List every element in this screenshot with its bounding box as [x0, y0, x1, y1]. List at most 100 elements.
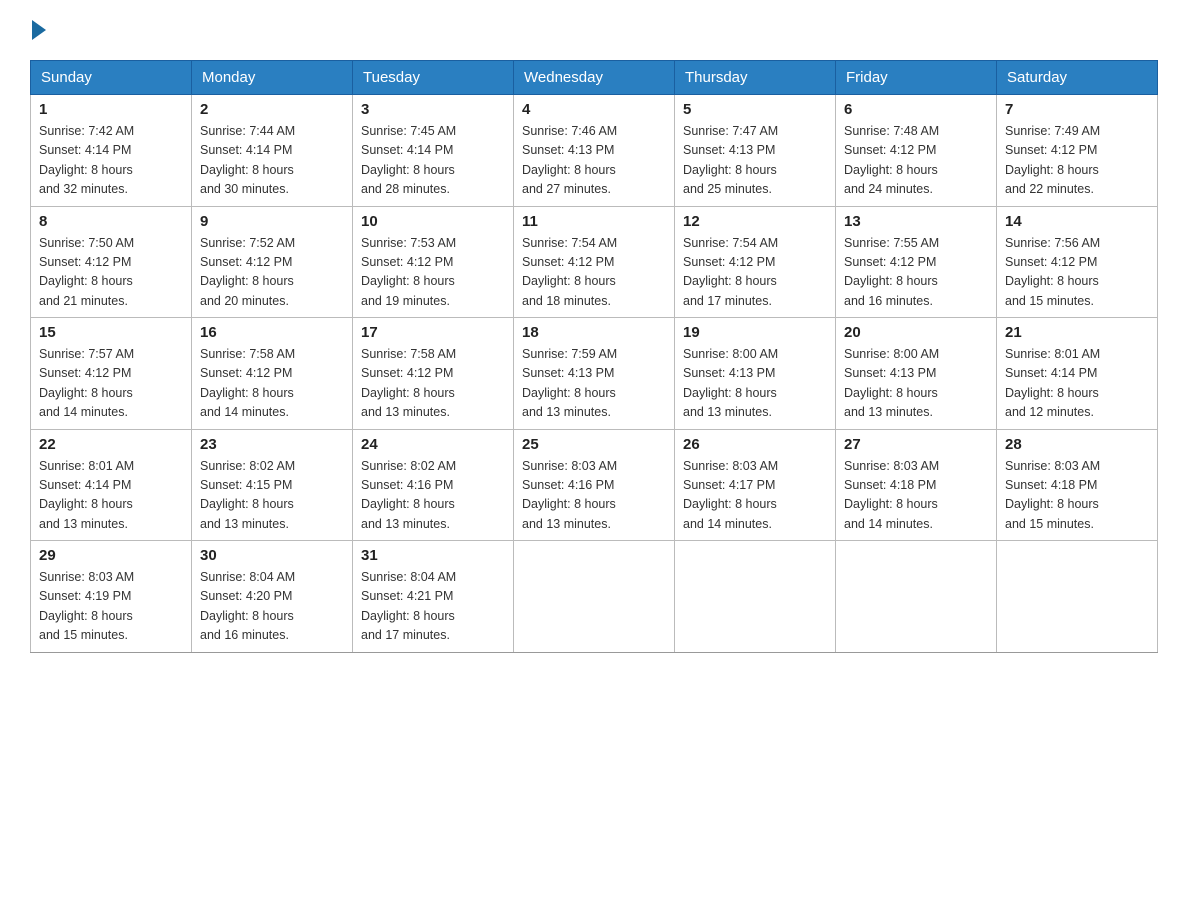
day-number: 13: [844, 213, 988, 230]
day-number: 27: [844, 436, 988, 453]
day-number: 17: [361, 324, 505, 341]
day-info: Sunrise: 8:02 AM Sunset: 4:16 PM Dayligh…: [361, 457, 505, 535]
day-info: Sunrise: 7:53 AM Sunset: 4:12 PM Dayligh…: [361, 234, 505, 312]
calendar-cell: 28 Sunrise: 8:03 AM Sunset: 4:18 PM Dayl…: [997, 429, 1158, 541]
calendar-cell: 6 Sunrise: 7:48 AM Sunset: 4:12 PM Dayli…: [836, 95, 997, 207]
day-number: 15: [39, 324, 183, 341]
day-number: 3: [361, 101, 505, 118]
calendar-cell: 13 Sunrise: 7:55 AM Sunset: 4:12 PM Dayl…: [836, 206, 997, 318]
calendar-cell: 8 Sunrise: 7:50 AM Sunset: 4:12 PM Dayli…: [31, 206, 192, 318]
day-info: Sunrise: 7:49 AM Sunset: 4:12 PM Dayligh…: [1005, 122, 1149, 200]
day-number: 6: [844, 101, 988, 118]
calendar-cell: 18 Sunrise: 7:59 AM Sunset: 4:13 PM Dayl…: [514, 318, 675, 430]
calendar-cell: 9 Sunrise: 7:52 AM Sunset: 4:12 PM Dayli…: [192, 206, 353, 318]
calendar-cell: 17 Sunrise: 7:58 AM Sunset: 4:12 PM Dayl…: [353, 318, 514, 430]
day-info: Sunrise: 8:01 AM Sunset: 4:14 PM Dayligh…: [39, 457, 183, 535]
day-info: Sunrise: 8:03 AM Sunset: 4:19 PM Dayligh…: [39, 568, 183, 646]
calendar-cell: 11 Sunrise: 7:54 AM Sunset: 4:12 PM Dayl…: [514, 206, 675, 318]
calendar-cell: [675, 541, 836, 653]
day-number: 20: [844, 324, 988, 341]
day-info: Sunrise: 7:55 AM Sunset: 4:12 PM Dayligh…: [844, 234, 988, 312]
logo: [30, 20, 48, 40]
calendar-cell: 4 Sunrise: 7:46 AM Sunset: 4:13 PM Dayli…: [514, 95, 675, 207]
day-number: 28: [1005, 436, 1149, 453]
day-info: Sunrise: 7:42 AM Sunset: 4:14 PM Dayligh…: [39, 122, 183, 200]
day-number: 5: [683, 101, 827, 118]
calendar-cell: 16 Sunrise: 7:58 AM Sunset: 4:12 PM Dayl…: [192, 318, 353, 430]
day-number: 22: [39, 436, 183, 453]
day-number: 10: [361, 213, 505, 230]
day-info: Sunrise: 8:03 AM Sunset: 4:18 PM Dayligh…: [844, 457, 988, 535]
calendar-cell: 1 Sunrise: 7:42 AM Sunset: 4:14 PM Dayli…: [31, 95, 192, 207]
day-number: 1: [39, 101, 183, 118]
day-info: Sunrise: 8:04 AM Sunset: 4:20 PM Dayligh…: [200, 568, 344, 646]
col-tuesday: Tuesday: [353, 61, 514, 95]
calendar-cell: 14 Sunrise: 7:56 AM Sunset: 4:12 PM Dayl…: [997, 206, 1158, 318]
day-number: 14: [1005, 213, 1149, 230]
day-info: Sunrise: 7:47 AM Sunset: 4:13 PM Dayligh…: [683, 122, 827, 200]
day-number: 21: [1005, 324, 1149, 341]
day-number: 12: [683, 213, 827, 230]
day-info: Sunrise: 7:58 AM Sunset: 4:12 PM Dayligh…: [200, 345, 344, 423]
day-info: Sunrise: 7:58 AM Sunset: 4:12 PM Dayligh…: [361, 345, 505, 423]
day-info: Sunrise: 8:03 AM Sunset: 4:16 PM Dayligh…: [522, 457, 666, 535]
calendar-cell: 21 Sunrise: 8:01 AM Sunset: 4:14 PM Dayl…: [997, 318, 1158, 430]
calendar-cell: [836, 541, 997, 653]
calendar-cell: 19 Sunrise: 8:00 AM Sunset: 4:13 PM Dayl…: [675, 318, 836, 430]
day-info: Sunrise: 8:00 AM Sunset: 4:13 PM Dayligh…: [683, 345, 827, 423]
col-wednesday: Wednesday: [514, 61, 675, 95]
calendar-cell: 27 Sunrise: 8:03 AM Sunset: 4:18 PM Dayl…: [836, 429, 997, 541]
day-info: Sunrise: 7:54 AM Sunset: 4:12 PM Dayligh…: [522, 234, 666, 312]
day-info: Sunrise: 7:44 AM Sunset: 4:14 PM Dayligh…: [200, 122, 344, 200]
day-info: Sunrise: 8:02 AM Sunset: 4:15 PM Dayligh…: [200, 457, 344, 535]
col-sunday: Sunday: [31, 61, 192, 95]
calendar-week-row: 15 Sunrise: 7:57 AM Sunset: 4:12 PM Dayl…: [31, 318, 1158, 430]
day-info: Sunrise: 7:45 AM Sunset: 4:14 PM Dayligh…: [361, 122, 505, 200]
calendar-cell: [514, 541, 675, 653]
calendar-cell: 12 Sunrise: 7:54 AM Sunset: 4:12 PM Dayl…: [675, 206, 836, 318]
day-info: Sunrise: 8:00 AM Sunset: 4:13 PM Dayligh…: [844, 345, 988, 423]
calendar-week-row: 22 Sunrise: 8:01 AM Sunset: 4:14 PM Dayl…: [31, 429, 1158, 541]
day-info: Sunrise: 8:03 AM Sunset: 4:17 PM Dayligh…: [683, 457, 827, 535]
day-number: 29: [39, 547, 183, 564]
header-row: Sunday Monday Tuesday Wednesday Thursday…: [31, 61, 1158, 95]
calendar-cell: 29 Sunrise: 8:03 AM Sunset: 4:19 PM Dayl…: [31, 541, 192, 653]
calendar-cell: 23 Sunrise: 8:02 AM Sunset: 4:15 PM Dayl…: [192, 429, 353, 541]
calendar-cell: 26 Sunrise: 8:03 AM Sunset: 4:17 PM Dayl…: [675, 429, 836, 541]
calendar-week-row: 29 Sunrise: 8:03 AM Sunset: 4:19 PM Dayl…: [31, 541, 1158, 653]
col-friday: Friday: [836, 61, 997, 95]
calendar-table: Sunday Monday Tuesday Wednesday Thursday…: [30, 60, 1158, 653]
col-monday: Monday: [192, 61, 353, 95]
day-number: 2: [200, 101, 344, 118]
day-info: Sunrise: 8:03 AM Sunset: 4:18 PM Dayligh…: [1005, 457, 1149, 535]
calendar-cell: 31 Sunrise: 8:04 AM Sunset: 4:21 PM Dayl…: [353, 541, 514, 653]
calendar-cell: [997, 541, 1158, 653]
calendar-cell: 22 Sunrise: 8:01 AM Sunset: 4:14 PM Dayl…: [31, 429, 192, 541]
calendar-cell: 3 Sunrise: 7:45 AM Sunset: 4:14 PM Dayli…: [353, 95, 514, 207]
day-info: Sunrise: 7:56 AM Sunset: 4:12 PM Dayligh…: [1005, 234, 1149, 312]
page: Sunday Monday Tuesday Wednesday Thursday…: [0, 0, 1188, 673]
calendar-cell: 2 Sunrise: 7:44 AM Sunset: 4:14 PM Dayli…: [192, 95, 353, 207]
calendar-cell: 25 Sunrise: 8:03 AM Sunset: 4:16 PM Dayl…: [514, 429, 675, 541]
day-number: 4: [522, 101, 666, 118]
calendar-cell: 15 Sunrise: 7:57 AM Sunset: 4:12 PM Dayl…: [31, 318, 192, 430]
day-info: Sunrise: 8:04 AM Sunset: 4:21 PM Dayligh…: [361, 568, 505, 646]
day-number: 11: [522, 213, 666, 230]
calendar-week-row: 8 Sunrise: 7:50 AM Sunset: 4:12 PM Dayli…: [31, 206, 1158, 318]
calendar-cell: 20 Sunrise: 8:00 AM Sunset: 4:13 PM Dayl…: [836, 318, 997, 430]
col-thursday: Thursday: [675, 61, 836, 95]
day-info: Sunrise: 7:50 AM Sunset: 4:12 PM Dayligh…: [39, 234, 183, 312]
day-number: 24: [361, 436, 505, 453]
day-number: 30: [200, 547, 344, 564]
day-info: Sunrise: 7:54 AM Sunset: 4:12 PM Dayligh…: [683, 234, 827, 312]
logo-container: [30, 20, 48, 40]
day-info: Sunrise: 7:57 AM Sunset: 4:12 PM Dayligh…: [39, 345, 183, 423]
day-info: Sunrise: 7:46 AM Sunset: 4:13 PM Dayligh…: [522, 122, 666, 200]
col-saturday: Saturday: [997, 61, 1158, 95]
day-number: 7: [1005, 101, 1149, 118]
day-info: Sunrise: 7:48 AM Sunset: 4:12 PM Dayligh…: [844, 122, 988, 200]
calendar-cell: 10 Sunrise: 7:53 AM Sunset: 4:12 PM Dayl…: [353, 206, 514, 318]
day-number: 25: [522, 436, 666, 453]
day-info: Sunrise: 7:52 AM Sunset: 4:12 PM Dayligh…: [200, 234, 344, 312]
day-number: 16: [200, 324, 344, 341]
